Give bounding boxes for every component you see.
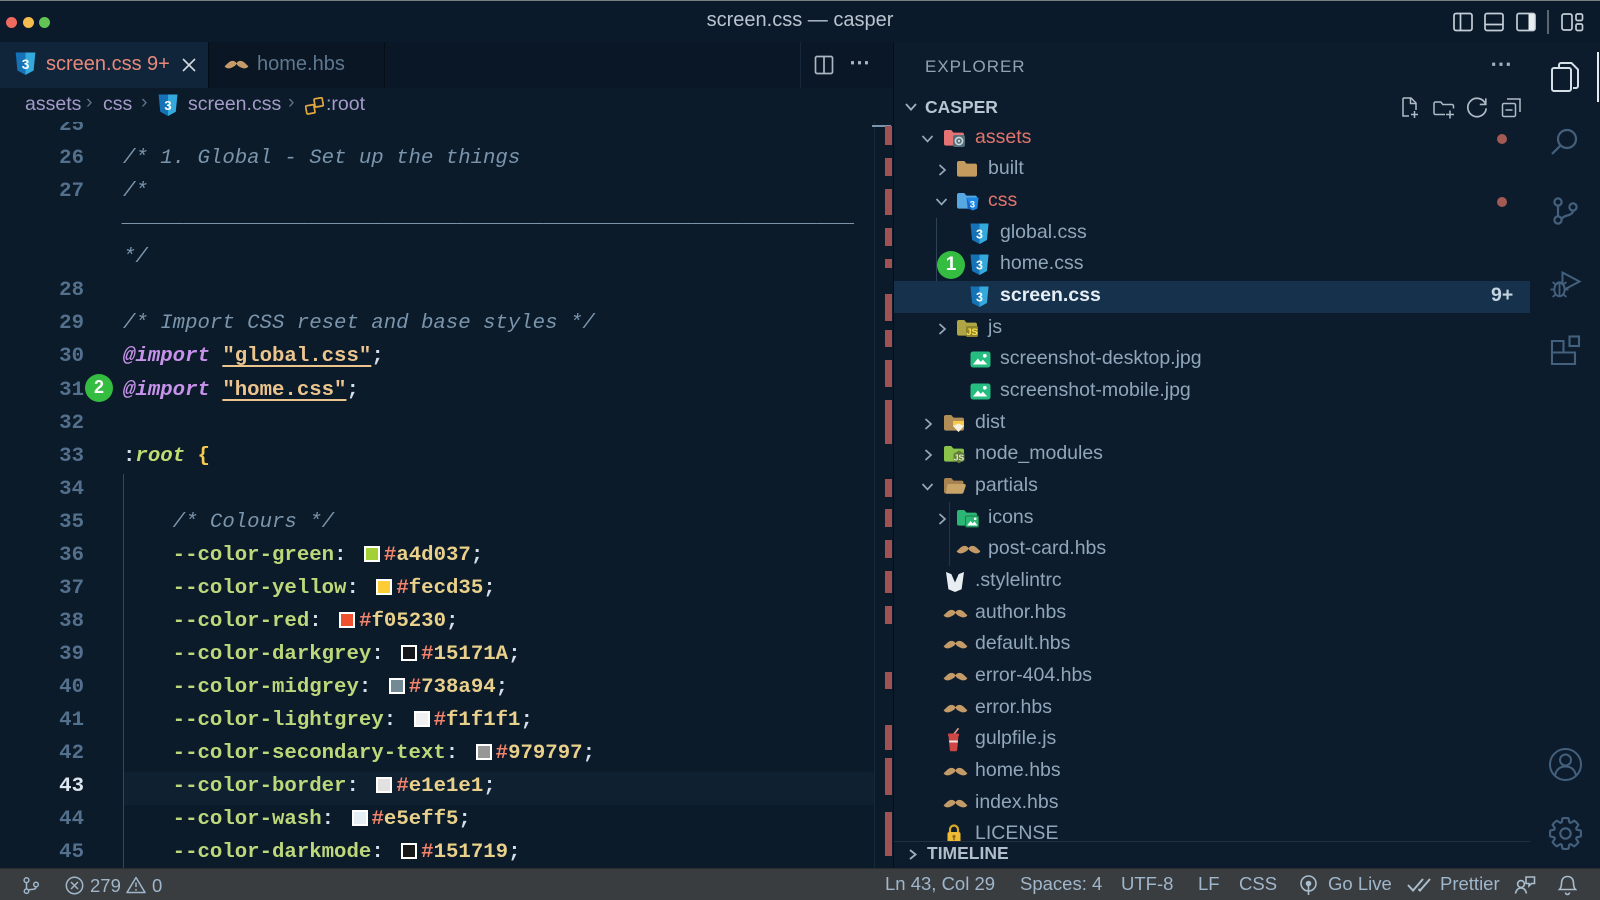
svg-text:3: 3: [976, 227, 983, 241]
svg-text:JS: JS: [954, 453, 965, 463]
svg-text:3: 3: [22, 57, 30, 72]
svg-text:3: 3: [164, 98, 171, 113]
svg-text:JS: JS: [966, 327, 978, 338]
svg-text:3: 3: [970, 200, 975, 211]
svg-text:3: 3: [976, 291, 983, 305]
svg-text:3: 3: [976, 259, 983, 273]
